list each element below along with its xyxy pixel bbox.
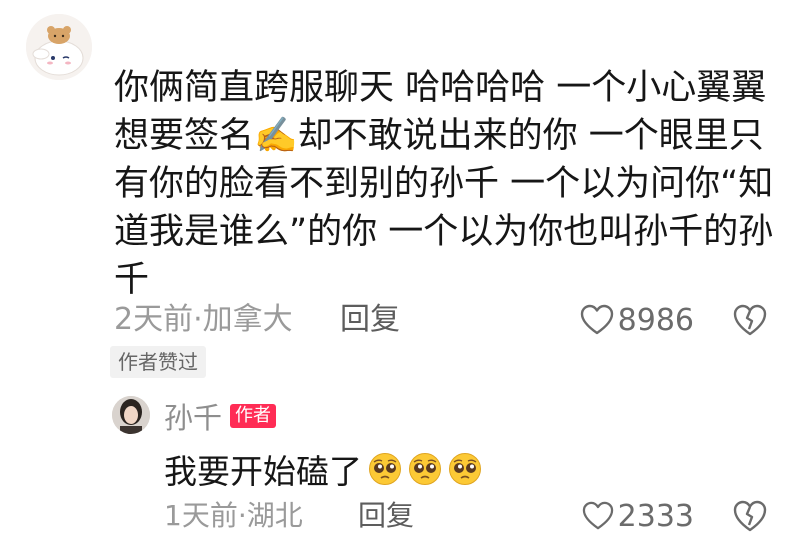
comment-text: 你俩简直跨服聊天 哈哈哈哈 一个小心翼翼想要签名✍️却不敢说出来的你 一个眼里只… (114, 68, 774, 300)
comment-meta: 2天前·加拿大 回复 8986 (114, 298, 784, 342)
heart-icon (582, 501, 613, 530)
reply-reply-button[interactable]: 回复 (358, 496, 414, 536)
comment-time-location: 2天前·加拿大 (114, 302, 293, 337)
reply-username[interactable]: 孙千 (164, 395, 222, 437)
reply-time-location: 1天前·湖北 (164, 499, 303, 532)
cinnamoroll-avatar-icon (26, 14, 92, 80)
heart-icon (580, 304, 613, 335)
reply-user-row: 孙千 作者 (164, 395, 277, 437)
pleading-face-icon (409, 453, 441, 485)
commenter-avatar[interactable] (26, 14, 92, 80)
reply-avatar[interactable] (112, 396, 150, 434)
reply-like-count: 2333 (617, 498, 694, 534)
reply-content: 我要开始磕了 (164, 446, 482, 492)
pleading-face-icon (369, 453, 401, 485)
comment-like-count: 8986 (617, 302, 694, 338)
user-photo-icon (112, 396, 150, 434)
author-liked-badge: 作者赞过 (110, 346, 206, 378)
pleading-face-icon (449, 453, 481, 485)
broken-heart-icon[interactable] (732, 498, 768, 534)
reply-text: 我要开始磕了 (164, 452, 362, 491)
reply-meta: 1天前·湖北 回复 2333 (164, 496, 784, 536)
reply-like-button[interactable]: 2333 (582, 496, 694, 536)
broken-heart-icon[interactable] (732, 302, 768, 338)
comment-like-button[interactable]: 8986 (580, 298, 694, 342)
author-tag: 作者 (230, 404, 277, 428)
comment-reply-button[interactable]: 回复 (340, 298, 400, 342)
